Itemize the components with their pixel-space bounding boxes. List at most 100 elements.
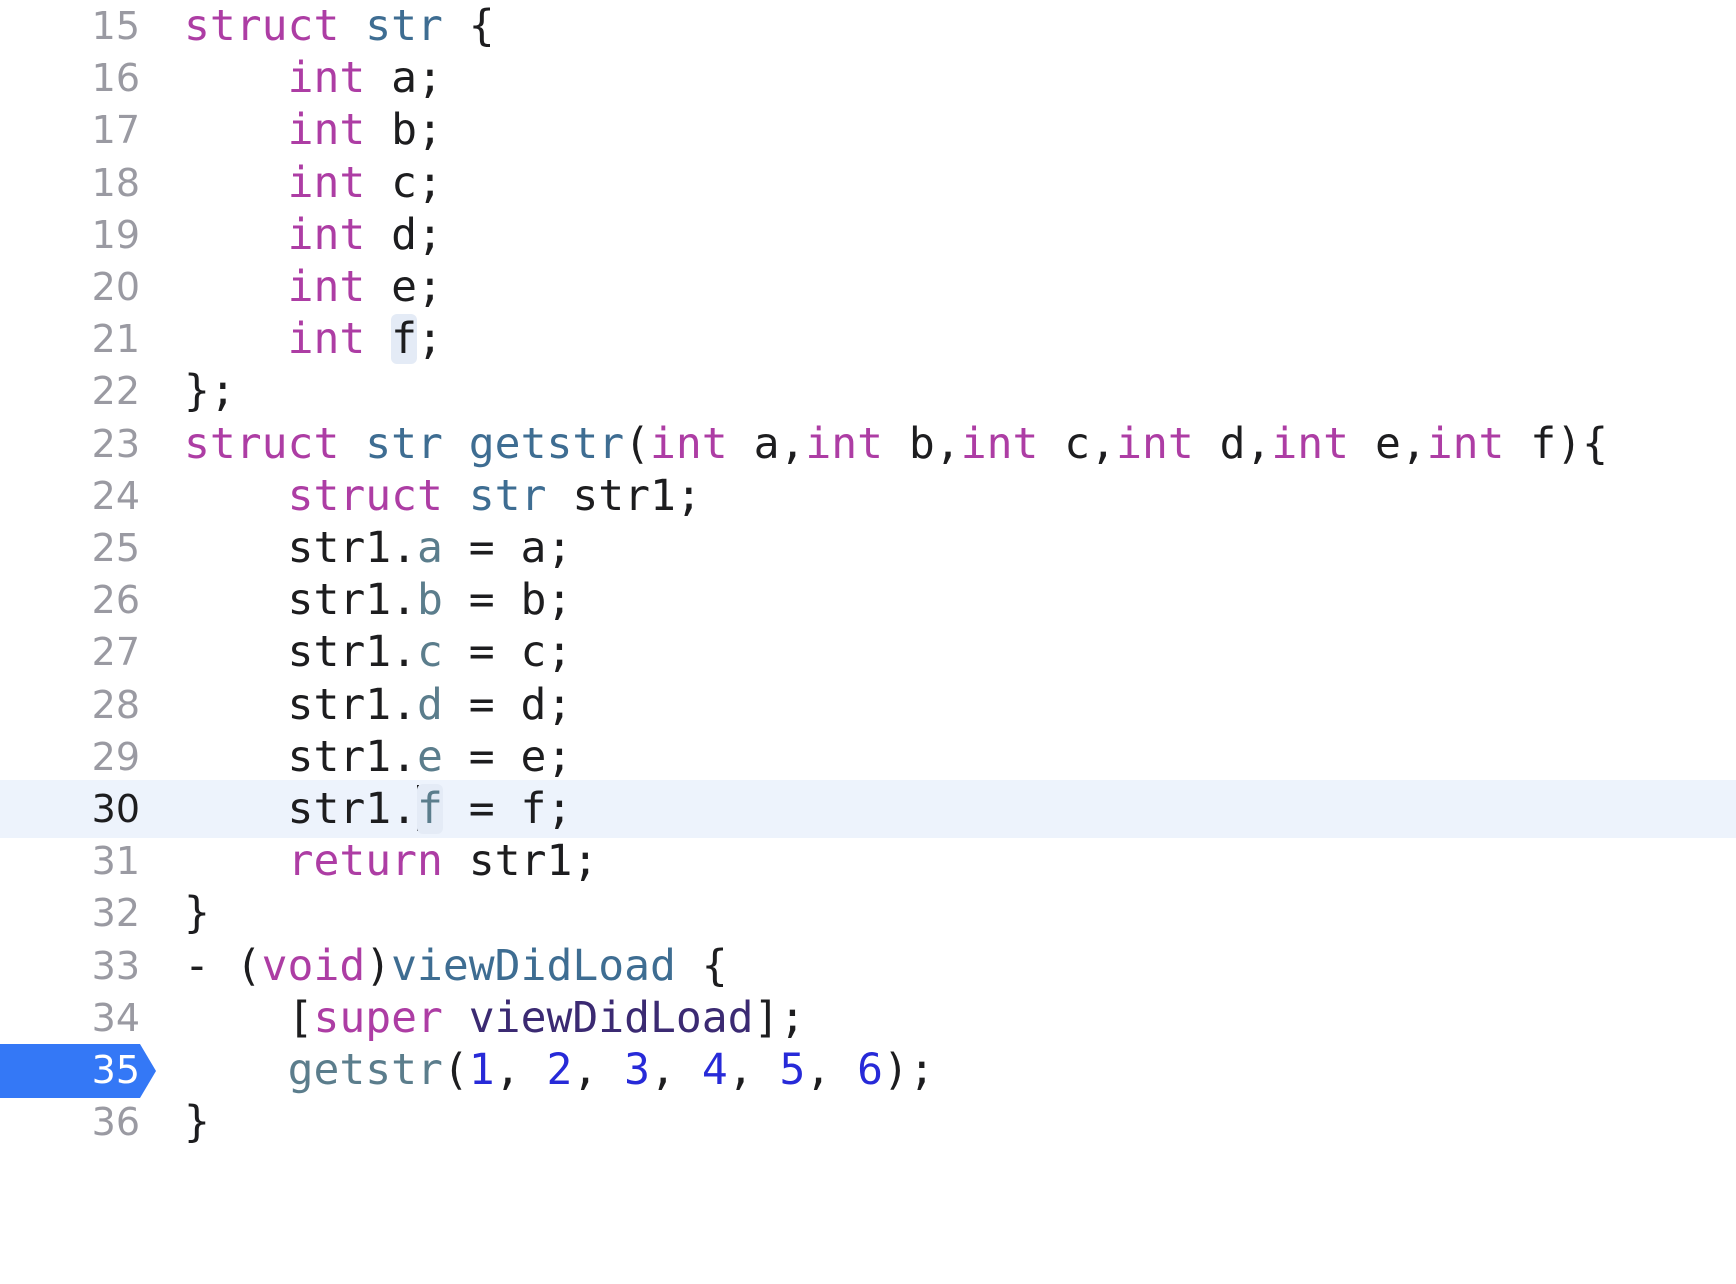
code-token: void [261,940,366,991]
code-text[interactable]: int b; [184,101,443,159]
code-token: = f; [442,784,573,834]
line-number: 18 [91,160,140,205]
code-text[interactable]: getstr(1, 2, 3, 4, 5, 6); [184,1041,935,1099]
code-line[interactable]: 15 struct str { [0,0,1736,55]
code-line[interactable]: 20 int e; [0,258,1736,316]
line-number: 33 [91,943,140,988]
code-line[interactable]: 33 - (void)viewDidLoad { [0,937,1736,995]
line-number-gutter[interactable]: 24 [0,467,140,525]
code-token: struct [287,470,443,521]
code-line[interactable]: 18 int c; [0,154,1736,212]
code-text[interactable]: struct str { [184,0,495,55]
code-text[interactable]: str1.e = e; [184,728,573,786]
code-line[interactable]: 29 str1.e = e; [0,728,1736,786]
code-text[interactable]: int d; [184,206,443,264]
code-line[interactable]: 31 return str1; [0,832,1736,890]
code-line[interactable]: 19 int d; [0,206,1736,264]
line-number-gutter[interactable]: 35 [0,1041,156,1099]
line-number-gutter[interactable]: 34 [0,989,140,1047]
line-number-gutter[interactable]: 31 [0,832,140,890]
code-token: a, [727,418,806,469]
code-line[interactable]: 35 getstr(1, 2, 3, 4, 5, 6); [0,1041,1736,1099]
code-text[interactable]: str1.a = a; [184,519,573,577]
code-text[interactable]: str1.d = d; [184,676,573,734]
line-number: 24 [91,473,140,518]
line-number: 25 [91,526,140,570]
code-token: } [184,1097,210,1148]
line-number-gutter[interactable]: 27 [0,623,140,681]
code-line[interactable]: 16 int a; [0,49,1736,107]
code-token: 3 [624,1045,651,1095]
line-number-gutter[interactable]: 36 [0,1093,140,1151]
code-text[interactable]: [super viewDidLoad]; [184,989,806,1047]
line-number-gutter[interactable]: 20 [0,258,140,316]
code-line[interactable]: 24 struct str str1; [0,467,1736,525]
code-token: b; [365,105,443,156]
code-token: str [365,418,443,469]
code-text[interactable]: int c; [184,154,443,212]
code-text[interactable]: int a; [184,49,443,107]
code-token: getstr [468,418,625,469]
line-number: 36 [91,1100,140,1145]
line-number: 17 [91,108,140,153]
code-text[interactable]: str1.f = f; [184,780,572,838]
line-number-gutter[interactable]: 25 [0,519,140,577]
code-line[interactable]: 28 str1.d = d; [0,676,1736,734]
line-number: 23 [91,421,140,466]
code-line[interactable]: 34 [super viewDidLoad]; [0,989,1736,1047]
line-number-gutter[interactable]: 21 [0,310,140,368]
code-token: 4 [701,1045,728,1095]
code-text[interactable]: } [184,884,210,942]
code-text[interactable]: struct str str1; [184,467,702,525]
code-line[interactable]: 25 str1.a = a; [0,519,1736,577]
line-number-gutter[interactable]: 19 [0,206,140,264]
line-number-gutter[interactable]: 30 [0,780,140,838]
code-line[interactable]: 22}; [0,362,1736,420]
code-token: str1. [184,627,417,678]
line-number-gutter[interactable]: 32 [0,884,140,942]
code-line[interactable]: 36} [0,1093,1736,1151]
code-token: = c; [442,627,573,678]
code-token: int [287,209,366,260]
code-token: , [650,1045,702,1095]
line-number-gutter[interactable]: 33 [0,937,140,995]
code-text[interactable]: int f; [184,310,443,368]
code-editor[interactable]: 15 struct str {16 int a; 17 int b; 18 int c… [0,0,1736,1284]
line-number-gutter[interactable]: 18 [0,154,140,212]
code-text[interactable]: struct str getstr(int a,int b,int c,int … [184,415,1608,473]
code-text[interactable]: str1.c = c; [184,623,573,681]
code-text[interactable]: int e; [184,258,443,316]
code-line[interactable]: 26 str1.b = b; [0,571,1736,629]
code-text[interactable]: } [184,1093,210,1151]
line-number-gutter[interactable]: 16 [0,49,140,107]
code-text[interactable]: }; [184,362,236,420]
code-token: str1. [184,731,417,782]
code-text[interactable]: str1.b = b; [184,571,573,629]
code-line[interactable]: 30 str1.f = f; [0,780,1736,838]
line-number-gutter[interactable]: 15 [0,0,140,55]
code-token: ]; [753,992,806,1043]
line-number-gutter[interactable]: 22 [0,362,140,420]
code-token: int [287,53,366,104]
line-number-gutter[interactable]: 26 [0,571,140,629]
line-number-gutter[interactable]: 28 [0,676,140,734]
line-number-gutter[interactable]: 23 [0,415,140,473]
code-token: int [960,418,1039,469]
code-line[interactable]: 21 int f; [0,310,1736,368]
code-line[interactable]: 27 str1.c = c; [0,623,1736,681]
code-line[interactable]: 32} [0,884,1736,942]
code-token: d [417,679,443,730]
code-token: b, [883,418,961,469]
code-text[interactable]: - (void)viewDidLoad { [184,937,728,995]
code-line[interactable]: 23 struct str getstr(int a,int b,int c,in… [0,415,1736,473]
line-number-gutter[interactable]: 29 [0,728,140,786]
code-token: int [287,314,366,365]
line-number-gutter[interactable]: 17 [0,101,140,159]
code-line[interactable]: 17 int b; [0,101,1736,159]
line-number: 20 [91,265,140,309]
code-text[interactable]: return str1; [184,832,599,890]
code-token: }; [184,366,236,417]
